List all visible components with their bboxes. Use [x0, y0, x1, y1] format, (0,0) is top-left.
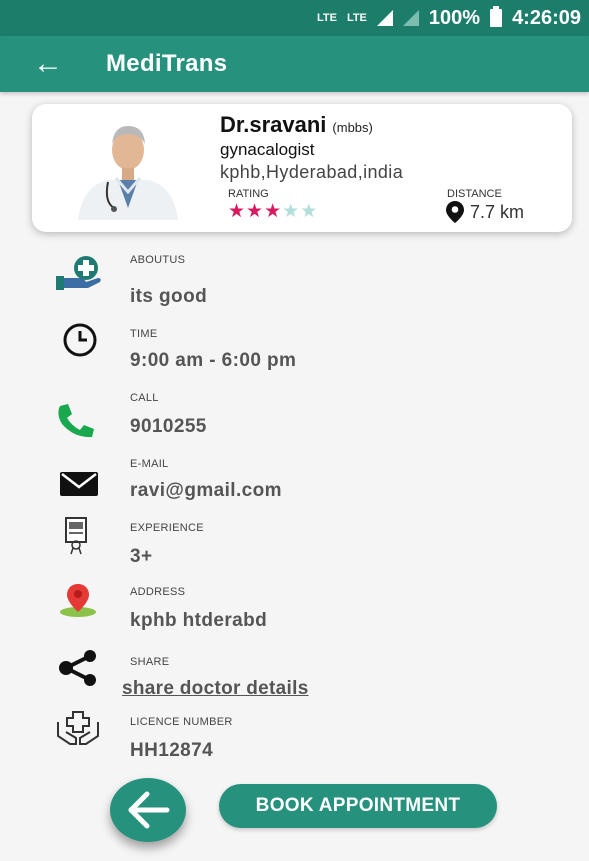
aboutus-value: its good [130, 286, 208, 307]
back-arrow-icon[interactable]: ← [20, 47, 76, 81]
doctor-location: kphb,Hyderabad,india [220, 162, 404, 182]
clock-icon [63, 323, 97, 357]
phone-icon[interactable] [52, 400, 104, 440]
licence-label: LICENCE NUMBER [130, 716, 233, 728]
aboutus-label: ABOUTUS [130, 254, 186, 266]
certificate-icon [65, 517, 87, 555]
battery-percent: 100% [428, 6, 481, 29]
address-label: ADDRESS [130, 586, 186, 598]
star-filled-icon: ★ [228, 201, 247, 222]
call-row[interactable]: CALL 9010255 [0, 386, 589, 448]
rating-label: RATING [228, 188, 269, 200]
clock-time: 4:26:09 [512, 6, 581, 29]
call-value[interactable]: 9010255 [130, 416, 207, 438]
signal-weak-icon [402, 10, 419, 26]
doctor-degree: (mbbs) [332, 120, 373, 135]
book-appointment-button[interactable]: BOOK APPOINTMENT [219, 784, 497, 828]
doctor-specialty: gynacalogist [220, 140, 315, 159]
doctor-card: Dr.sravani (mbbs) gynacalogist kphb,Hyder… [32, 104, 572, 232]
distance-label: DISTANCE [447, 188, 502, 200]
experience-label: EXPERIENCE [130, 522, 204, 534]
email-label: E-MAIL [130, 458, 169, 470]
address-row[interactable]: ADDRESS kphb htderabd [0, 580, 589, 642]
distance-text: 7.7 km [470, 201, 525, 222]
status-bar: LTE LTE 100% 4:26:09 [0, 0, 589, 36]
email-value[interactable]: ravi@gmail.com [130, 480, 282, 502]
network-lte-1: LTE [316, 12, 337, 24]
arrow-left-icon [128, 791, 170, 829]
licence-value: HH12874 [130, 740, 214, 761]
signal-icon [376, 10, 393, 26]
app-bar: ← MediTrans [0, 36, 589, 92]
address-value[interactable]: kphb htderabd [130, 610, 267, 632]
share-doctor-link[interactable]: share doctor details [122, 678, 309, 700]
page-title: MediTrans [106, 50, 228, 77]
doctor-avatar [68, 116, 188, 220]
licence-row: LICENCE NUMBER HH12874 [0, 708, 589, 770]
hand-plus-icon [56, 256, 101, 290]
call-label: CALL [130, 392, 159, 404]
distance-value: 7.7 km [446, 201, 524, 223]
time-value: 9:00 am - 6:00 pm [130, 350, 297, 371]
time-label: TIME [130, 328, 158, 340]
star-empty-icon: ★ [300, 201, 319, 222]
location-pin-icon [446, 201, 464, 223]
time-row: TIME 9:00 am - 6:00 pm [0, 320, 589, 382]
map-pin-icon[interactable] [52, 580, 104, 620]
hands-cross-icon [57, 711, 99, 745]
email-row[interactable]: E-MAIL ravi@gmail.com [0, 452, 589, 514]
share-row[interactable]: SHARE share doctor details [0, 648, 589, 710]
share-icon[interactable] [52, 648, 104, 688]
aboutus-row: ABOUTUS its good [0, 254, 589, 316]
share-label: SHARE [130, 656, 170, 668]
mail-icon[interactable] [52, 466, 104, 506]
star-empty-icon: ★ [282, 201, 301, 222]
star-filled-icon: ★ [264, 201, 283, 222]
rating-stars: ★★★★★ [228, 200, 318, 223]
battery-icon [490, 6, 503, 27]
doctor-name-text: Dr.sravani [220, 112, 327, 137]
back-fab-button[interactable] [110, 778, 186, 842]
star-filled-icon: ★ [246, 201, 265, 222]
experience-row: EXPERIENCE 3+ [0, 516, 589, 578]
doctor-name: Dr.sravani (mbbs) [220, 112, 373, 138]
network-lte-2: LTE [346, 12, 367, 24]
experience-value: 3+ [130, 546, 153, 567]
